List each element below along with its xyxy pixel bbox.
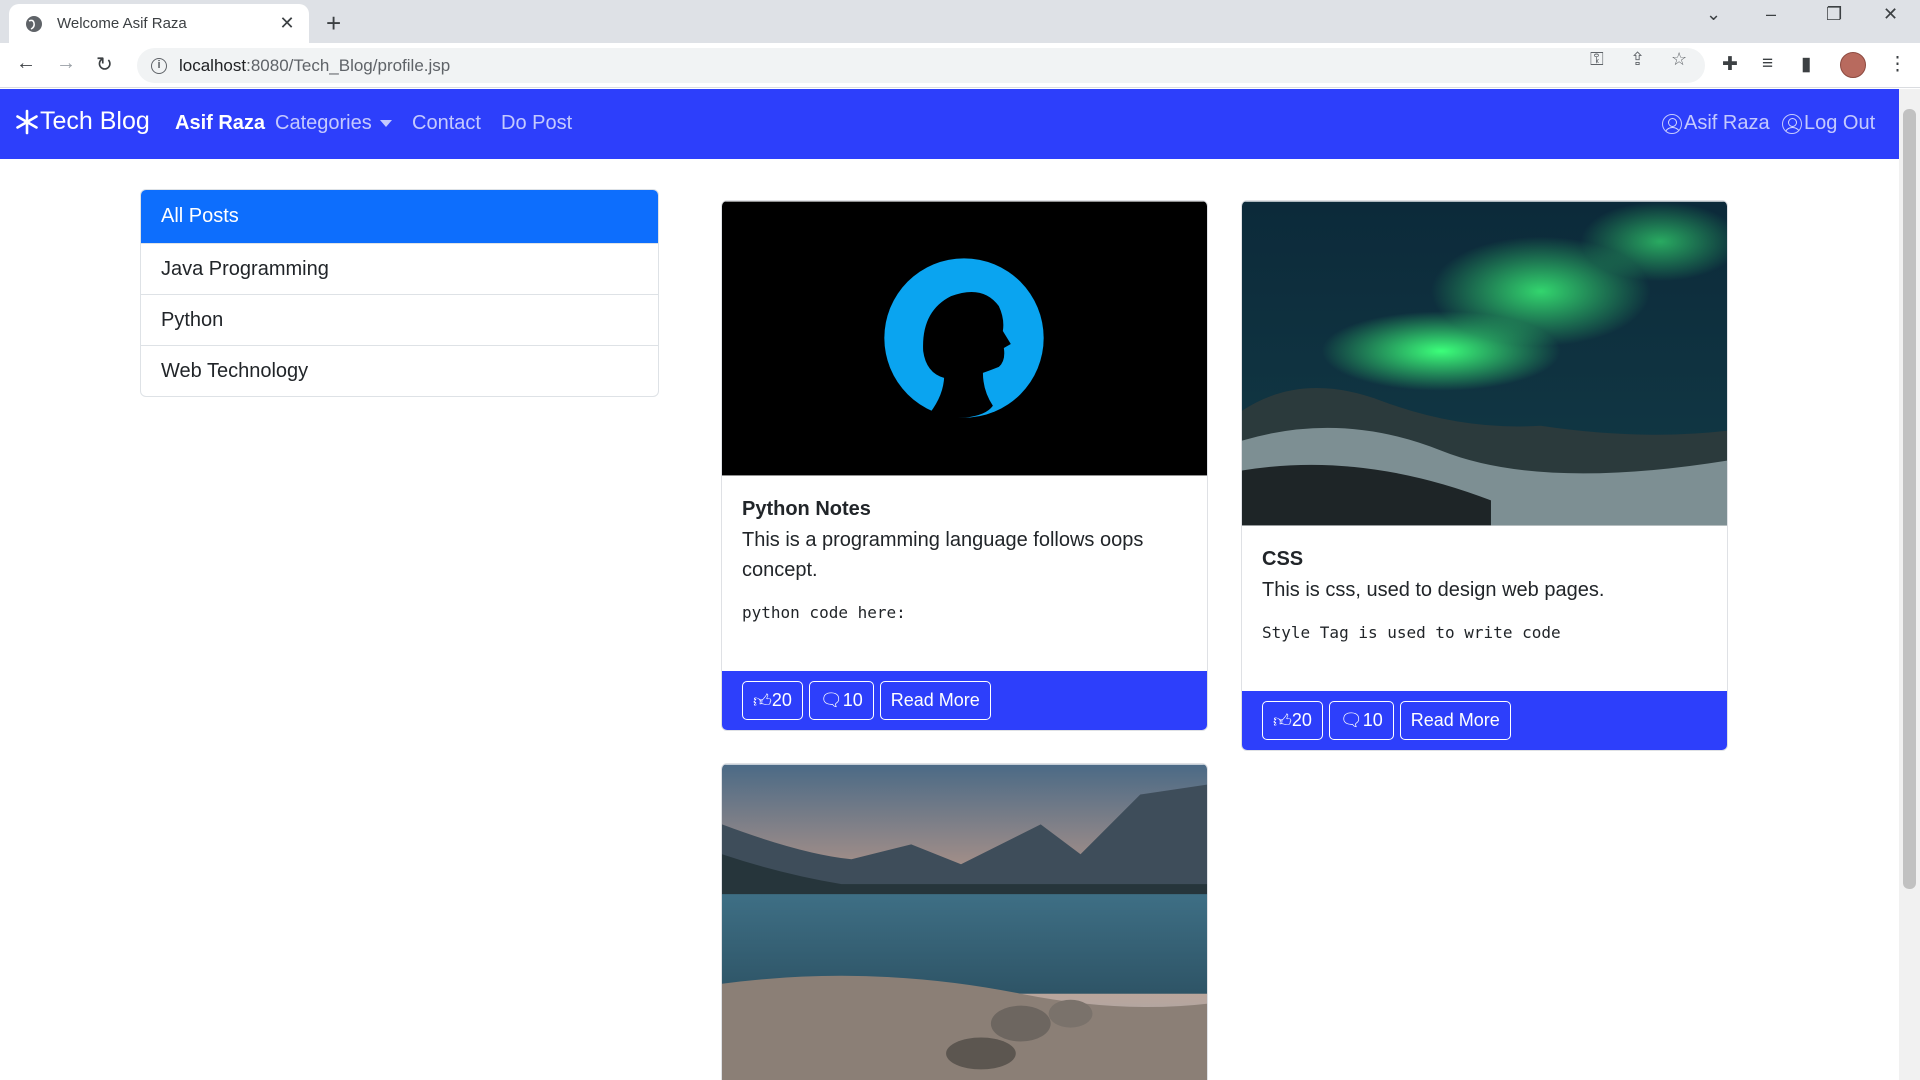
category-list: All Posts Java Programming Python Web Te… (140, 189, 659, 397)
asterisk-icon (16, 109, 38, 134)
reload-icon[interactable]: ↻ (96, 52, 113, 77)
post-image (722, 764, 1207, 1080)
post-title: CSS (1262, 548, 1304, 570)
comment-button[interactable]: 🗨︎ 10 (1328, 701, 1394, 740)
brand-link[interactable]: Tech Blog (14, 107, 150, 136)
read-more-button[interactable]: Read More (879, 681, 991, 720)
url-path: :8080/Tech_Blog/profile.jsp (246, 55, 451, 75)
comment-icon: 🗨︎ (1339, 710, 1363, 730)
profile-avatar[interactable] (1840, 52, 1866, 78)
browser-tab[interactable]: Welcome Asif Raza ✕ (9, 4, 309, 43)
url-host: localhost (179, 55, 247, 75)
forward-icon[interactable]: → (56, 52, 76, 75)
like-button[interactable]: 👍︎ 20 (1262, 701, 1323, 740)
star-icon[interactable]: ☆ (1671, 49, 1687, 70)
post-title: Python Notes (742, 498, 871, 520)
user-icon (1782, 113, 1802, 134)
post-code: python code here: (742, 603, 906, 622)
post-footer: 👍︎ 20 🗨︎ 10 Read More (722, 671, 1207, 730)
thumbs-up-icon: 👍︎ (753, 690, 772, 711)
thumbs-up-icon: 👍︎ (1273, 710, 1292, 731)
globe-icon (26, 15, 42, 32)
like-count: 20 (1291, 710, 1312, 730)
tab-search-icon[interactable]: ⌄ (1706, 4, 1721, 25)
post-image (1242, 201, 1727, 526)
brand-text: Tech Blog (40, 107, 150, 135)
category-item-java[interactable]: Java Programming (141, 243, 658, 294)
browser-toolbar: ← → ↻ i localhost:8080/Tech_Blog/profile… (0, 43, 1920, 88)
user-icon (1662, 113, 1682, 134)
category-item-all-posts[interactable]: All Posts (141, 190, 658, 243)
post-image (722, 201, 1207, 476)
nav-link-do-post[interactable]: Do Post (501, 112, 572, 135)
side-panel-icon[interactable]: ▮ (1801, 53, 1811, 76)
address-bar[interactable]: i localhost:8080/Tech_Blog/profile.jsp (137, 48, 1705, 83)
page-scrollbar[interactable] (1899, 89, 1920, 1080)
nav-user-label: Asif Raza (1684, 112, 1770, 134)
post-text: This is css, used to design web pages. (1262, 579, 1605, 601)
read-more-button[interactable]: Read More (1399, 701, 1511, 740)
menu-icon[interactable]: ⋮ (1888, 53, 1907, 76)
extensions-icon[interactable]: ✚ (1722, 53, 1738, 76)
comment-count: 10 (1362, 710, 1383, 730)
categories-label: Categories (275, 112, 372, 134)
nav-user-link[interactable]: Asif Raza (1662, 112, 1770, 135)
back-icon[interactable]: ← (16, 52, 36, 75)
category-item-web-technology[interactable]: Web Technology (141, 345, 658, 396)
nav-link-profile[interactable]: Asif Raza (175, 112, 265, 135)
new-tab-icon[interactable]: + (326, 8, 341, 39)
nav-link-contact[interactable]: Contact (412, 112, 481, 135)
post-text: This is a programming language follows o… (742, 529, 1144, 581)
comment-count: 10 (842, 690, 863, 710)
site-info-icon[interactable]: i (151, 57, 167, 74)
site-navbar: Tech Blog Asif Raza Categories Contact D… (0, 89, 1899, 159)
post-code: Style Tag is used to write code (1262, 623, 1561, 642)
comment-icon: 🗨︎ (819, 690, 843, 710)
key-icon[interactable]: ⚿ (1590, 49, 1604, 70)
tab-title: Welcome Asif Raza (57, 15, 187, 32)
page-viewport: Tech Blog Asif Raza Categories Contact D… (0, 89, 1899, 1080)
close-tab-icon[interactable]: ✕ (277, 13, 297, 34)
logout-link[interactable]: Log Out (1782, 112, 1875, 135)
post-card: CSS This is css, used to design web page… (1241, 200, 1728, 751)
scrollbar-thumb[interactable] (1903, 109, 1916, 889)
comment-button[interactable]: 🗨︎ 10 (808, 681, 874, 720)
caret-down-icon (379, 120, 392, 128)
close-window-icon[interactable]: ✕ (1883, 4, 1898, 25)
post-footer: 👍︎ 20 🗨︎ 10 Read More (1242, 691, 1727, 750)
category-item-python[interactable]: Python (141, 294, 658, 345)
minimize-icon[interactable]: – (1766, 4, 1776, 25)
post-card: Python Notes This is a programming langu… (721, 200, 1208, 731)
like-count: 20 (771, 690, 792, 710)
restore-icon[interactable]: ❐ (1826, 4, 1842, 25)
post-card (721, 763, 1208, 1080)
reading-list-icon[interactable]: ≡ (1762, 53, 1773, 75)
share-icon[interactable]: ⇪ (1630, 49, 1645, 70)
like-button[interactable]: 👍︎ 20 (742, 681, 803, 720)
nav-link-categories[interactable]: Categories (275, 112, 392, 135)
browser-tab-strip: Welcome Asif Raza ✕ + ⌄ – ❐ ✕ (0, 0, 1920, 43)
logout-label: Log Out (1804, 112, 1876, 134)
